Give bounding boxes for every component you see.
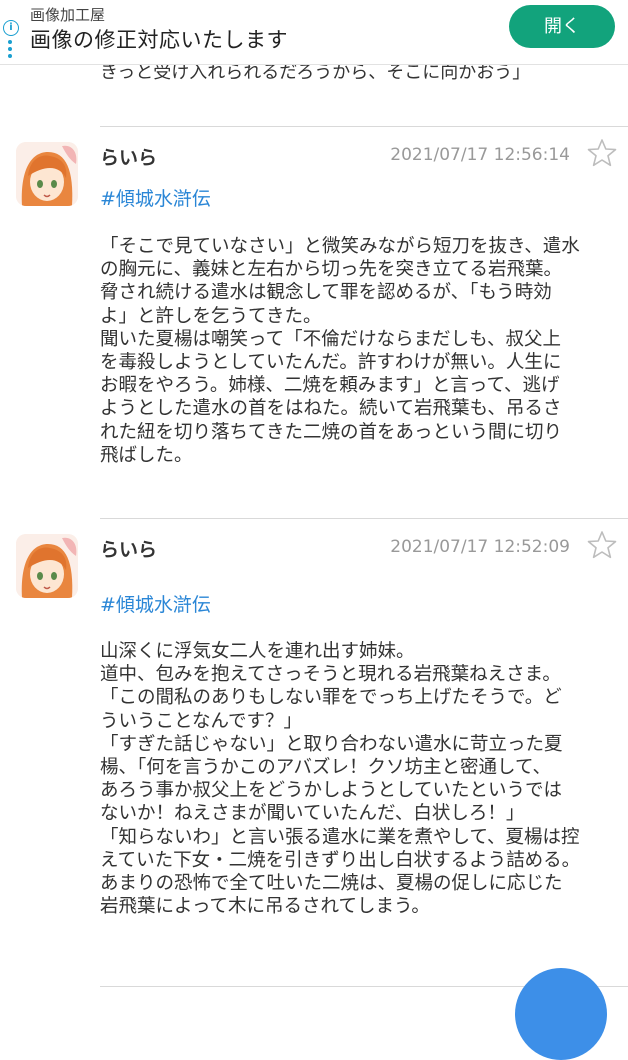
post-divider bbox=[100, 126, 628, 127]
post-date: 2021/07/17 12:56:14 bbox=[390, 145, 570, 165]
user-name[interactable]: らいら bbox=[100, 535, 157, 562]
avatar[interactable] bbox=[16, 142, 78, 206]
floating-action-button[interactable] bbox=[515, 968, 607, 1060]
user-name[interactable]: らいら bbox=[100, 143, 157, 170]
star-icon[interactable] bbox=[586, 529, 618, 561]
more-dots-icon[interactable] bbox=[8, 40, 12, 61]
info-icon[interactable]: i bbox=[3, 20, 19, 36]
post-divider bbox=[100, 518, 628, 519]
post-body: 山深くに浮気女二人を連れ出す姉妹。 道中、包みを抱えてさっそうと現れる岩飛葉ねえ… bbox=[100, 641, 581, 918]
avatar[interactable] bbox=[16, 534, 78, 598]
ad-open-button[interactable]: 開く bbox=[509, 5, 615, 48]
hashtag-link[interactable]: #傾城水滸伝 bbox=[100, 184, 211, 211]
post-date: 2021/07/17 12:52:09 bbox=[390, 537, 570, 557]
star-icon[interactable] bbox=[586, 137, 618, 169]
post-body: 「そこで見ていなさい」と微笑みながら短刀を抜き、遣水 の胸元に、義妹と左右から切… bbox=[100, 236, 580, 466]
hashtag-link[interactable]: #傾城水滸伝 bbox=[100, 590, 211, 617]
ad-subtitle: 画像加工屋 bbox=[30, 6, 106, 24]
ad-banner[interactable]: i 画像加工屋 画像の修正対応いたします 開く bbox=[0, 0, 628, 65]
ad-title: 画像の修正対応いたします bbox=[30, 28, 288, 52]
